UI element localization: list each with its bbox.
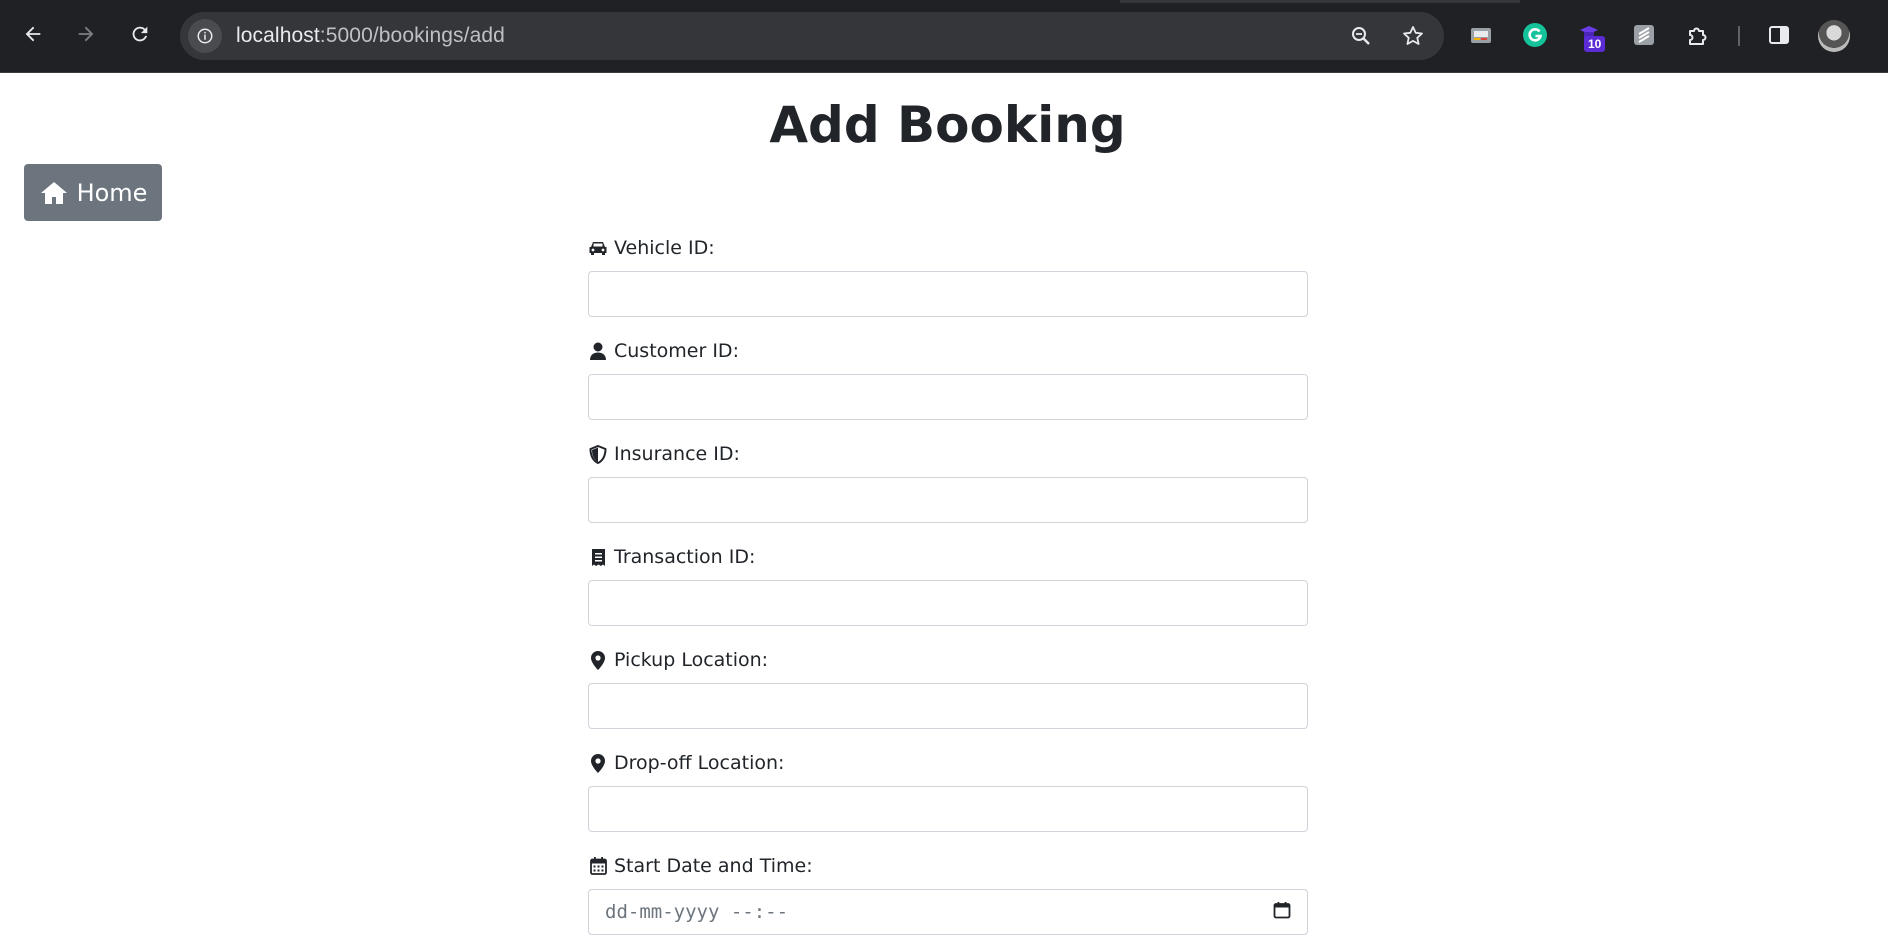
vehicle-id-field: Vehicle ID:: [588, 236, 1308, 339]
vehicle-id-input[interactable]: [588, 271, 1308, 317]
customer-id-field: Customer ID:: [588, 339, 1308, 442]
dropoff-location-label-text: Drop-off Location:: [614, 752, 785, 774]
transaction-id-input[interactable]: [588, 580, 1308, 626]
transaction-id-label-text: Transaction ID:: [614, 546, 756, 568]
extension-badge: 10: [1584, 36, 1606, 52]
pickup-location-label-text: Pickup Location:: [614, 649, 769, 671]
dropoff-location-input[interactable]: [588, 786, 1308, 832]
site-info-icon[interactable]: [188, 19, 222, 53]
customer-id-input[interactable]: [588, 374, 1308, 420]
transaction-id-field: Transaction ID:: [588, 545, 1308, 648]
vehicle-id-label-text: Vehicle ID:: [614, 237, 715, 259]
customer-id-label-text: Customer ID:: [614, 340, 739, 362]
vehicle-id-label: Vehicle ID:: [588, 236, 1308, 260]
browser-toolbar: localhost:5000/bookings/add 10: [0, 0, 1888, 73]
url-path: :5000/bookings/add: [319, 24, 505, 47]
page-title: Add Booking: [769, 96, 1126, 154]
profile-avatar[interactable]: [1818, 20, 1850, 52]
dropoff-location-field: Drop-off Location:: [588, 751, 1308, 854]
side-panel-icon[interactable]: [1762, 18, 1796, 52]
insurance-id-field: Insurance ID:: [588, 442, 1308, 545]
url-host: localhost: [236, 24, 320, 47]
shield-icon: [588, 444, 608, 464]
extension-slides-icon[interactable]: [1464, 18, 1498, 52]
dropoff-location-label: Drop-off Location:: [588, 751, 1308, 775]
grammarly-icon[interactable]: [1518, 18, 1552, 52]
back-arrow-icon: [25, 26, 41, 42]
user-icon: [588, 341, 608, 361]
pickup-location-input[interactable]: [588, 683, 1308, 729]
customer-id-label: Customer ID:: [588, 339, 1308, 363]
start-datetime-field: Start Date and Time: dd-mm-yyyy --:--: [588, 854, 1308, 943]
url-text[interactable]: localhost:5000/bookings/add: [236, 24, 505, 48]
back-button[interactable]: [15, 16, 51, 52]
home-button-label: Home: [76, 178, 148, 207]
home-button[interactable]: Home: [24, 164, 162, 221]
receipt-icon: [588, 547, 608, 567]
map-marker-icon: [588, 753, 608, 773]
insurance-id-label: Insurance ID:: [588, 442, 1308, 466]
calendar-icon: [588, 856, 608, 876]
pickup-location-label: Pickup Location:: [588, 648, 1308, 672]
bookmark-star-icon[interactable]: [1396, 19, 1430, 53]
home-icon: [40, 181, 67, 204]
reload-button[interactable]: [122, 16, 158, 52]
start-datetime-label: Start Date and Time:: [588, 854, 1308, 878]
map-marker-icon: [588, 650, 608, 670]
forward-button[interactable]: [68, 16, 104, 52]
start-datetime-input[interactable]: dd-mm-yyyy --:--: [588, 889, 1308, 935]
insurance-id-input[interactable]: [588, 477, 1308, 523]
start-datetime-label-text: Start Date and Time:: [614, 855, 813, 877]
address-bar[interactable]: localhost:5000/bookings/add: [180, 12, 1444, 60]
insurance-id-label-text: Insurance ID:: [614, 443, 740, 465]
toolbar-divider: [1738, 26, 1740, 46]
start-datetime-placeholder: dd-mm-yyyy --:--: [605, 901, 789, 923]
booking-form: Vehicle ID: Customer ID: Insurance ID: T…: [588, 236, 1308, 943]
reload-icon: [132, 26, 148, 42]
pickup-location-field: Pickup Location:: [588, 648, 1308, 751]
extension-notes-icon[interactable]: [1627, 18, 1661, 52]
calendar-picker-icon[interactable]: [1273, 901, 1291, 924]
transaction-id-label: Transaction ID:: [588, 545, 1308, 569]
car-icon: [588, 238, 608, 258]
tab-strip: [1120, 0, 1520, 3]
zoom-icon[interactable]: [1344, 19, 1378, 53]
forward-arrow-icon: [78, 26, 94, 42]
extensions-puzzle-icon[interactable]: [1681, 18, 1715, 52]
